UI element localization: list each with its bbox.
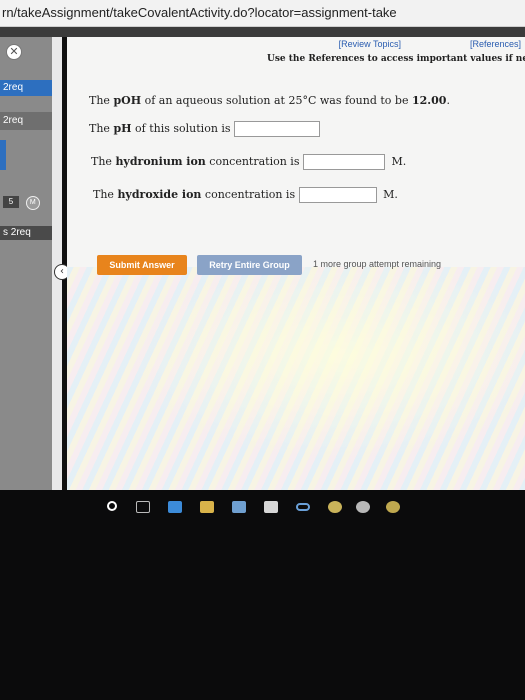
sidebar-active-marker	[0, 140, 6, 170]
edge-icon[interactable]	[168, 501, 182, 513]
sidebar-item-label: 2req	[3, 115, 24, 126]
ph-question: The pH of this solution is	[89, 121, 321, 137]
hydronium-unit: M.	[391, 155, 407, 168]
ph-answer-input[interactable]	[234, 121, 321, 137]
mastery-badge-icon: M	[25, 196, 40, 210]
search-icon[interactable]	[107, 501, 117, 511]
sidebar-item-1[interactable]: 2req	[0, 80, 52, 96]
taskbar	[0, 490, 525, 700]
sidebar-item-3[interactable]: 5 M	[0, 194, 52, 210]
question-prompt: The pOH of an aqueous solution at 25°C w…	[89, 94, 450, 107]
retry-group-button[interactable]: Retry Entire Group	[197, 255, 302, 275]
attempts-remaining: 1 more group attempt remaining	[313, 259, 442, 269]
link-icon[interactable]	[296, 503, 310, 511]
sidebar-item-number: 5	[3, 196, 19, 208]
bell-icon[interactable]	[386, 501, 400, 513]
store-icon[interactable]	[232, 501, 246, 513]
submit-answer-button[interactable]: Submit Answer	[97, 255, 187, 275]
hydronium-question: The hydronium ion concentration is M.	[91, 154, 407, 170]
references-link[interactable]: [References]	[470, 39, 521, 49]
question-sidebar	[0, 37, 52, 490]
hydroxide-answer-input[interactable]	[298, 187, 377, 203]
header-links: [Review Topics] [References]	[221, 39, 521, 51]
review-topics-link[interactable]: [Review Topics]	[339, 39, 401, 49]
screen-glare	[67, 267, 525, 490]
hydroxide-question: The hydroxide ion concentration is M.	[93, 187, 398, 203]
sidebar-item-prefix: s	[3, 227, 8, 238]
mail-icon[interactable]	[264, 501, 278, 513]
hydroxide-unit: M.	[383, 188, 398, 201]
hydronium-answer-input[interactable]	[302, 154, 385, 170]
sidebar-item-4[interactable]: s 2req	[0, 226, 52, 240]
references-note: Use the References to access important v…	[267, 54, 525, 64]
task-view-icon[interactable]	[136, 501, 150, 513]
url-text: rn/takeAssignment/takeCovalentActivity.d…	[2, 5, 397, 20]
folder-icon[interactable]	[200, 501, 214, 513]
chrome-icon[interactable]	[328, 501, 342, 513]
settings-icon[interactable]	[356, 501, 370, 513]
sidebar-item-2[interactable]: 2req	[0, 112, 52, 130]
sidebar-item-label: 2req	[3, 82, 24, 93]
sidebar-item-label: 2req	[10, 227, 31, 238]
url-bar[interactable]: rn/takeAssignment/takeCovalentActivity.d…	[0, 0, 525, 27]
close-icon[interactable]: ✕	[6, 44, 22, 60]
header-band	[0, 27, 525, 37]
question-panel: [Review Topics] [References] Use the Ref…	[67, 37, 525, 490]
